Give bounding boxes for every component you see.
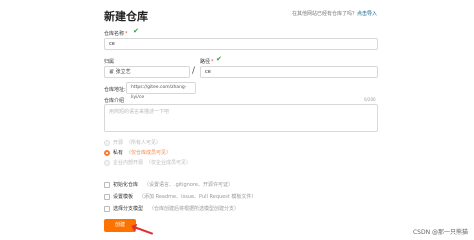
owner-select[interactable]: ⛇ 张立艺 [104,66,190,78]
arrow-annotation [133,226,154,235]
visibility-desc: （仅企业成员可见） [146,160,192,166]
user-icon: ⛇ [109,69,116,75]
import-hint: 在其他网站已经有仓库了吗？点击导入 [292,10,377,17]
repo-name-label-text: 仓库名称 [104,31,125,37]
checkbox-icon [104,181,110,188]
radio-icon [104,149,110,156]
checkbox-icon [104,205,110,212]
intro-label: 仓库介绍 [104,98,125,104]
option-template[interactable]: 设置模板 （添加 Readme、Issue、Pull Request 模板文件） [104,193,256,200]
option-label: 选择分支模型 [113,206,144,212]
required-mark: * [211,59,214,65]
address-value: https://gitee.com/zhang-liyi/ce [126,82,196,100]
watermark: CSDN @那一只熊猫 [412,229,468,236]
option-label: 初始化仓库 [113,182,139,188]
visibility-label: 私有 [113,150,124,156]
intro-counter: 0/200 [364,97,376,102]
visibility-desc: （仅仓库成员可见） [126,150,172,156]
visibility-desc: （所有人可见） [126,140,162,146]
option-branch-model[interactable]: 选择分支模型 （仓库创建后将根据所选模型创建分支） [104,205,239,212]
option-desc: （仓库创建后将根据所选模型创建分支） [149,206,240,212]
required-mark: * [125,31,128,37]
path-separator: / [192,66,196,76]
repo-name-input[interactable]: ce [104,38,378,50]
path-label: 路径* [200,58,214,65]
import-hint-text: 在其他网站已经有仓库了吗？ [292,11,358,17]
radio-icon [104,159,110,166]
option-desc: （添加 Readme、Issue、Pull Request 模板文件） [139,194,257,200]
option-label: 设置模板 [113,194,134,200]
intro-textarea[interactable]: 用简短的语言来描述一下吧 [104,104,378,132]
radio-icon [104,139,110,146]
import-link[interactable]: 点击导入 [357,11,377,17]
repo-name-label: 仓库名称* [104,30,128,37]
visibility-label: 开源 [113,140,124,146]
visibility-option-enterprise[interactable]: 企业内部开源 （仅企业成员可见） [104,159,191,166]
page-title: 新建仓库 [104,10,148,23]
visibility-option-public[interactable]: 开源 （所有人可见） [104,139,161,146]
check-icon: ✔ [133,27,139,35]
address-label: 仓库地址: [104,87,126,93]
owner-label: 归属 [104,59,115,65]
path-input[interactable]: ce [200,66,378,78]
path-label-text: 路径 [200,59,211,65]
option-desc: （设置语言、.gitignore、开源许可证） [144,182,233,188]
check-icon: ✔ [216,55,222,63]
owner-value: 张立艺 [115,69,131,75]
visibility-option-private[interactable]: 私有 （仅仓库成员可见） [104,149,171,156]
checkbox-icon [104,193,110,200]
visibility-label: 企业内部开源 [113,160,144,166]
option-init-repo[interactable]: 初始化仓库 （设置语言、.gitignore、开源许可证） [104,181,233,188]
